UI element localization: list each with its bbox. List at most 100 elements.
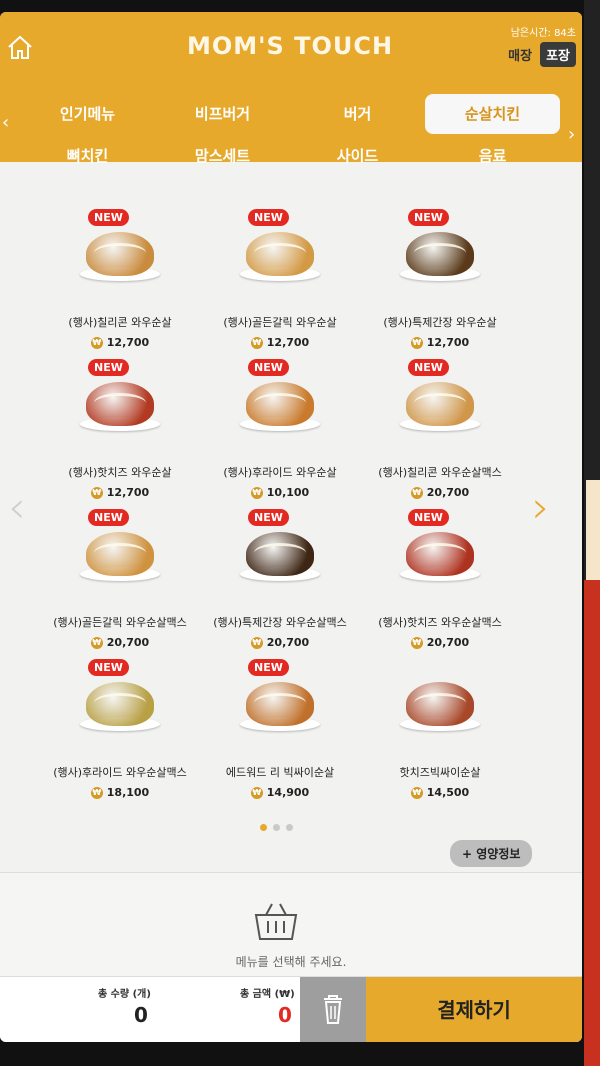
menu-item[interactable]: NEW (행사)골든갈릭 와우순살맥스 ₩20,700 (40, 507, 200, 657)
price-value: 18,100 (106, 786, 150, 799)
food-image (400, 521, 480, 581)
page-indicator (260, 824, 293, 831)
page-prev-icon[interactable]: ‹ (8, 482, 26, 533)
food-image (400, 671, 480, 731)
tab-drinks[interactable]: 음료 (425, 136, 560, 176)
won-coin-icon: ₩ (90, 336, 103, 349)
menu-item-name: (행사)특제간장 와우순살 (383, 316, 497, 329)
price-value: 20,700 (266, 636, 310, 649)
food-image (240, 221, 320, 281)
menu-item-price: ₩14,500 (360, 786, 520, 799)
tab-boneless-chicken[interactable]: 순살치킨 (425, 94, 560, 134)
food-image (240, 371, 320, 431)
header-bar: MOM'S TOUCH 남은시간: 84초 매장 포장 ‹ › 인기메뉴 비프버… (0, 12, 582, 165)
menu-item-price: ₩20,700 (200, 636, 360, 649)
category-tabs-row-2: 뼈치킨 맘스세트 사이드 음료 (20, 136, 560, 176)
order-mode-toggle: 매장 포장 (504, 42, 576, 67)
page-dot (273, 824, 280, 831)
won-coin-icon: ₩ (410, 336, 423, 349)
dine-in-option[interactable]: 매장 (504, 42, 536, 67)
menu-item[interactable]: NEW (행사)후라이드 와우순살맥스 ₩18,100 (40, 657, 200, 807)
new-badge: NEW (248, 209, 289, 226)
new-badge: NEW (248, 359, 289, 376)
clear-cart-button[interactable] (300, 977, 366, 1042)
new-badge: NEW (88, 659, 129, 676)
menu-item-name: 핫치즈빅싸이순살 (399, 766, 481, 779)
takeout-option[interactable]: 포장 (540, 42, 576, 67)
food-image (400, 221, 480, 281)
menu-item-price: ₩20,700 (360, 636, 520, 649)
tab-popular[interactable]: 인기메뉴 (20, 94, 155, 134)
food-image (400, 371, 480, 431)
menu-item[interactable]: NEW (행사)후라이드 와우순살 ₩10,100 (200, 357, 360, 507)
menu-item-name: (행사)핫치즈 와우순살맥스 (378, 616, 502, 629)
price-value: 20,700 (426, 636, 470, 649)
kiosk-screen: MOM'S TOUCH 남은시간: 84초 매장 포장 ‹ › 인기메뉴 비프버… (0, 0, 600, 1066)
price-value: 12,700 (106, 336, 150, 349)
category-tabs-row-1: 인기메뉴 비프버거 버거 순살치킨 (20, 94, 560, 134)
menu-item-price: ₩12,700 (40, 336, 200, 349)
food-image (240, 521, 320, 581)
home-icon[interactable] (6, 34, 34, 60)
menu-item-price: ₩12,700 (200, 336, 360, 349)
menu-item-name: (행사)핫치즈 와우순살 (68, 466, 172, 479)
total-amount-label: 총 금액 (₩) (240, 989, 295, 1000)
tabs-next-icon[interactable]: › (568, 124, 575, 145)
won-coin-icon: ₩ (90, 486, 103, 499)
won-coin-icon: ₩ (410, 636, 423, 649)
new-badge: NEW (408, 209, 449, 226)
tab-burger[interactable]: 버거 (290, 94, 425, 134)
tab-side[interactable]: 사이드 (290, 136, 425, 176)
price-value: 12,700 (426, 336, 470, 349)
kiosk-display: MOM'S TOUCH 남은시간: 84초 매장 포장 ‹ › 인기메뉴 비프버… (0, 12, 582, 1042)
won-coin-icon: ₩ (90, 786, 103, 799)
menu-item[interactable]: NEW 에드워드 리 빅싸이순살 ₩14,900 (200, 657, 360, 807)
menu-item[interactable]: NEW (행사)칠리콘 와우순살맥스 ₩20,700 (360, 357, 520, 507)
price-value: 12,700 (266, 336, 310, 349)
new-badge: NEW (88, 509, 129, 526)
adjacent-poster (584, 0, 600, 1066)
tab-bone-chicken[interactable]: 뼈치킨 (20, 136, 155, 176)
menu-item[interactable]: 핫치즈빅싸이순살 ₩14,500 (360, 657, 520, 807)
price-value: 20,700 (426, 486, 470, 499)
tab-beef-burger[interactable]: 비프버거 (155, 94, 290, 134)
food-image (80, 521, 160, 581)
menu-item-price: ₩12,700 (40, 486, 200, 499)
page-dot (286, 824, 293, 831)
menu-grid: NEW (행사)칠리콘 와우순살 ₩12,700 NEW (행사)골든갈릭 와우순살 ₩1… (40, 207, 520, 807)
won-coin-icon: ₩ (410, 786, 423, 799)
won-coin-icon: ₩ (250, 486, 263, 499)
total-amount-value: 0 (278, 1003, 292, 1027)
tabs-prev-icon[interactable]: ‹ (2, 112, 9, 133)
menu-item[interactable]: NEW (행사)핫치즈 와우순살맥스 ₩20,700 (360, 507, 520, 657)
page-next-icon[interactable]: › (532, 482, 550, 533)
menu-item-name: (행사)칠리콘 와우순살맥스 (378, 466, 502, 479)
tab-moms-set[interactable]: 맘스세트 (155, 136, 290, 176)
poster-red-strip (584, 580, 600, 1066)
new-badge: NEW (408, 509, 449, 526)
menu-item[interactable]: NEW (행사)칠리콘 와우순살 ₩12,700 (40, 207, 200, 357)
brand-logo: MOM'S TOUCH (186, 32, 394, 60)
won-coin-icon: ₩ (250, 636, 263, 649)
total-qty-label: 총 수량 (개) (98, 989, 151, 1000)
checkout-button[interactable]: 결제하기 (366, 977, 582, 1042)
basket-empty-message: 메뉴를 선택해 주세요. (235, 955, 347, 969)
won-coin-icon: ₩ (410, 486, 423, 499)
new-badge: NEW (408, 359, 449, 376)
menu-item[interactable]: NEW (행사)골든갈릭 와우순살 ₩12,700 (200, 207, 360, 357)
food-image (80, 371, 160, 431)
menu-item-name: (행사)골든갈릭 와우순살 (223, 316, 337, 329)
nutrition-info-button[interactable]: + 영양정보 (450, 840, 533, 867)
new-badge: NEW (248, 659, 289, 676)
poster-light-strip (586, 480, 600, 580)
menu-item[interactable]: NEW (행사)특제간장 와우순살맥스 ₩20,700 (200, 507, 360, 657)
menu-item[interactable]: NEW (행사)핫치즈 와우순살 ₩12,700 (40, 357, 200, 507)
menu-item-price: ₩10,100 (200, 486, 360, 499)
food-image (240, 671, 320, 731)
menu-item-name: 에드워드 리 빅싸이순살 (225, 766, 335, 779)
won-coin-icon: ₩ (250, 336, 263, 349)
basket-area: 메뉴를 선택해 주세요. (0, 872, 582, 987)
menu-item-price: ₩12,700 (360, 336, 520, 349)
trash-icon (324, 995, 342, 1024)
menu-item[interactable]: NEW (행사)특제간장 와우순살 ₩12,700 (360, 207, 520, 357)
